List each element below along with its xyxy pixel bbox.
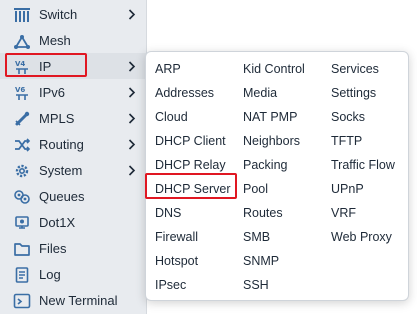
sidebar-item-queues[interactable]: Queues bbox=[0, 183, 146, 209]
chevron-right-icon bbox=[128, 7, 137, 21]
sidebar-item-system[interactable]: System bbox=[0, 157, 146, 183]
svg-text:V6: V6 bbox=[15, 86, 25, 94]
sidebar-item-mpls[interactable]: MPLS bbox=[0, 105, 146, 131]
submenu-item-packing[interactable]: Packing bbox=[243, 153, 305, 177]
submenu-item-neighbors[interactable]: Neighbors bbox=[243, 129, 305, 153]
sidebar-item-routing[interactable]: Routing bbox=[0, 131, 146, 157]
gear-icon bbox=[12, 161, 31, 180]
submenu-item-hotspot[interactable]: Hotspot bbox=[155, 249, 230, 273]
svg-text:V4: V4 bbox=[15, 60, 25, 68]
submenu-item-upnp[interactable]: UPnP bbox=[331, 177, 395, 201]
submenu-column: Services Settings Socks TFTP Traffic Flow UPn… bbox=[331, 57, 395, 249]
sidebar-item-label: System bbox=[39, 163, 83, 178]
submenu-item-snmp[interactable]: SNMP bbox=[243, 249, 305, 273]
sidebar-item-label: Routing bbox=[39, 137, 84, 152]
log-icon bbox=[12, 265, 31, 284]
submenu-item-ipsec[interactable]: IPsec bbox=[155, 273, 230, 297]
dot1x-icon bbox=[12, 213, 31, 232]
chevron-right-icon bbox=[128, 163, 137, 177]
submenu-item-dhcp-server[interactable]: DHCP Server bbox=[155, 177, 230, 201]
submenu-item-media[interactable]: Media bbox=[243, 81, 305, 105]
sidebar-item-switch[interactable]: Switch bbox=[0, 1, 146, 27]
submenu-column: Kid Control Media NAT PMP Neighbors Packing P… bbox=[243, 57, 305, 297]
sidebar-item-new-terminal[interactable]: New Terminal bbox=[0, 287, 146, 313]
sidebar-item-label: Switch bbox=[39, 7, 78, 22]
submenu-item-nat-pmp[interactable]: NAT PMP bbox=[243, 105, 305, 129]
switch-icon bbox=[12, 5, 31, 24]
sidebar: Switch Mesh V4 IP V6 IPv6 MPLS Routing System Que… bbox=[0, 0, 147, 314]
submenu-item-ssh[interactable]: SSH bbox=[243, 273, 305, 297]
submenu-item-dhcp-relay[interactable]: DHCP Relay bbox=[155, 153, 230, 177]
queues-icon bbox=[12, 187, 31, 206]
sidebar-item-label: Files bbox=[39, 241, 67, 256]
routing-icon bbox=[12, 135, 31, 154]
submenu-item-pool[interactable]: Pool bbox=[243, 177, 305, 201]
sidebar-item-label: Log bbox=[39, 267, 61, 282]
sidebar-item-mesh[interactable]: Mesh bbox=[0, 27, 146, 53]
sidebar-item-label: IPv6 bbox=[39, 85, 66, 100]
submenu-item-vrf[interactable]: VRF bbox=[331, 201, 395, 225]
submenu-item-web-proxy[interactable]: Web Proxy bbox=[331, 225, 395, 249]
sidebar-item-dot1x[interactable]: Dot1X bbox=[0, 209, 146, 235]
submenu-item-arp[interactable]: ARP bbox=[155, 57, 230, 81]
chevron-right-icon bbox=[128, 59, 137, 73]
chevron-right-icon bbox=[128, 85, 137, 99]
app-window: Switch Mesh V4 IP V6 IPv6 MPLS Routing System Que… bbox=[0, 0, 417, 314]
sidebar-item-label: Dot1X bbox=[39, 215, 76, 230]
submenu-item-dns[interactable]: DNS bbox=[155, 201, 230, 225]
folder-icon bbox=[12, 239, 31, 258]
sidebar-item-label: Mesh bbox=[39, 33, 71, 48]
sidebar-item-label: IP bbox=[39, 59, 52, 74]
chevron-right-icon bbox=[128, 137, 137, 151]
sidebar-item-label: MPLS bbox=[39, 111, 75, 126]
submenu-item-tftp[interactable]: TFTP bbox=[331, 129, 395, 153]
submenu-item-settings[interactable]: Settings bbox=[331, 81, 395, 105]
sidebar-item-ip[interactable]: V4 IP bbox=[0, 53, 146, 79]
ipv6-icon: V6 bbox=[12, 83, 31, 102]
terminal-icon bbox=[12, 291, 31, 310]
submenu-item-firewall[interactable]: Firewall bbox=[155, 225, 230, 249]
submenu-item-addresses[interactable]: Addresses bbox=[155, 81, 230, 105]
sidebar-item-label: New Terminal bbox=[39, 293, 118, 308]
mpls-icon bbox=[12, 109, 31, 128]
chevron-right-icon bbox=[128, 111, 137, 125]
sidebar-item-log[interactable]: Log bbox=[0, 261, 146, 287]
submenu-item-routes[interactable]: Routes bbox=[243, 201, 305, 225]
ip-submenu: ARP Addresses Cloud DHCP Client DHCP Relay DH… bbox=[145, 51, 409, 301]
submenu-column: ARP Addresses Cloud DHCP Client DHCP Relay DH… bbox=[155, 57, 230, 297]
submenu-item-kid-control[interactable]: Kid Control bbox=[243, 57, 305, 81]
sidebar-item-files[interactable]: Files bbox=[0, 235, 146, 261]
submenu-item-traffic-flow[interactable]: Traffic Flow bbox=[331, 153, 395, 177]
submenu-item-socks[interactable]: Socks bbox=[331, 105, 395, 129]
submenu-item-smb[interactable]: SMB bbox=[243, 225, 305, 249]
submenu-item-services[interactable]: Services bbox=[331, 57, 395, 81]
mesh-icon bbox=[12, 31, 31, 50]
submenu-item-dhcp-client[interactable]: DHCP Client bbox=[155, 129, 230, 153]
sidebar-item-ipv6[interactable]: V6 IPv6 bbox=[0, 79, 146, 105]
ip-icon: V4 bbox=[12, 57, 31, 76]
sidebar-item-label: Queues bbox=[39, 189, 85, 204]
submenu-item-cloud[interactable]: Cloud bbox=[155, 105, 230, 129]
